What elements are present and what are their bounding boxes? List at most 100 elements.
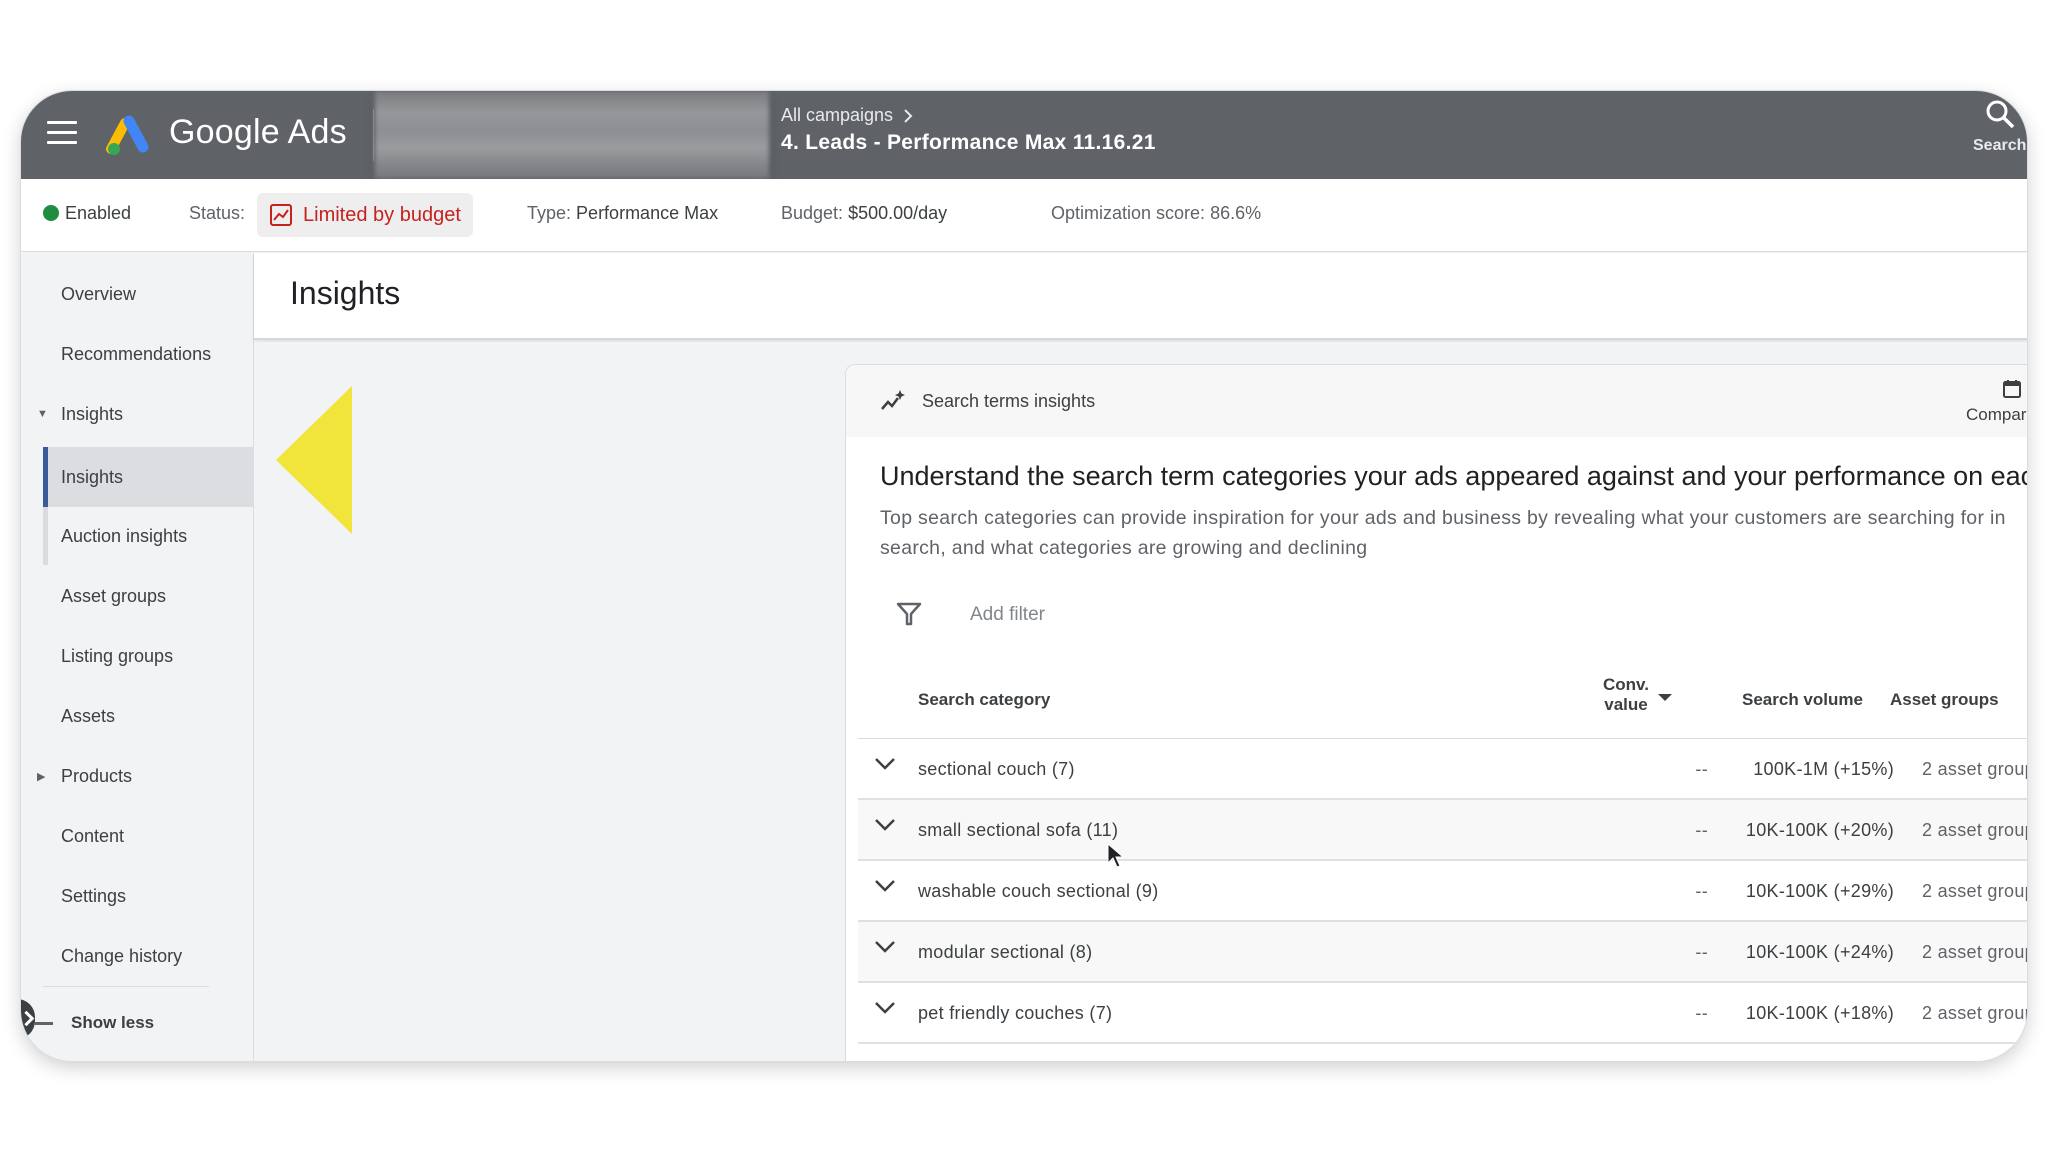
main-content: Search terms insights Compare Understand…: [254, 342, 2027, 1061]
conv-value-cell: --: [1695, 942, 1708, 962]
top-bar: Google Ads All campaigns 4. Leads - Perf…: [21, 91, 2027, 179]
sidebar-group-insights[interactable]: ▼ Insights: [21, 385, 254, 443]
sidebar-group-products[interactable]: ▶ Products: [21, 747, 254, 805]
budget-value: $500.00/day: [848, 203, 948, 223]
table-row[interactable]: washable couch sectional (9) -- 10K-100K (…: [858, 861, 2027, 922]
status-label: Status:: [189, 203, 246, 223]
sort-descending-icon[interactable]: [1658, 694, 1672, 701]
campaign-status-bar: Enabled Status: Limited by budget Type: …: [21, 179, 2027, 252]
table-row[interactable]: pet friendly couches (7) -- 10K-100K (+18%…: [858, 983, 2027, 1044]
conv-value-cell: --: [1695, 759, 1708, 779]
sidebar-item-content[interactable]: Content: [21, 807, 254, 865]
sidebar-item-label: Content: [61, 825, 125, 846]
budget-info[interactable]: Budget: $500.00/day: [781, 203, 947, 224]
table-header: Search category Conv. value Search volum…: [858, 661, 2027, 739]
search-volume-cell: 10K-100K (+20%): [1745, 820, 1894, 840]
sidebar-item-asset-groups[interactable]: Asset groups: [21, 567, 254, 625]
brand-name: Google Ads: [169, 113, 347, 151]
chevron-down-icon[interactable]: [874, 940, 896, 954]
column-header-search-category[interactable]: Search category: [918, 690, 1050, 710]
page-title: Insights: [290, 275, 401, 311]
compare-label: Compare: [1966, 405, 2027, 424]
enabled-status[interactable]: Enabled: [43, 203, 131, 224]
search-icon: [1986, 100, 2015, 129]
table-row[interactable]: small sectional sofa (11) -- 10K-100K (+20…: [858, 800, 2027, 861]
table-row[interactable]: sectional couch (7) -- 100K-1M (+15%) 2 ass…: [858, 739, 2027, 800]
budget-label: Budget:: [781, 203, 844, 223]
type-info: Type: Performance Max: [527, 203, 718, 224]
chart-warning-icon: [270, 204, 292, 226]
limited-by-budget-badge[interactable]: Limited by budget: [257, 193, 473, 237]
expand-sidebar-button[interactable]: [21, 999, 35, 1039]
google-ads-logo-icon: [106, 115, 149, 155]
search-category-cell[interactable]: sectional couch (7): [918, 759, 1075, 780]
compare-date-button[interactable]: Compare: [1966, 375, 2027, 429]
caret-down-icon: ▼: [37, 408, 48, 420]
optimization-label: Optimization score:: [1051, 203, 1206, 223]
minus-icon: [35, 1021, 53, 1025]
sidebar-item-insights[interactable]: Insights: [48, 447, 254, 507]
trending-sparkle-icon: [881, 390, 905, 410]
chevron-right-icon: [904, 108, 913, 123]
sidebar-divider: [43, 986, 209, 987]
sidebar-item-label: Auction insights: [61, 525, 188, 546]
type-label: Type:: [527, 203, 572, 223]
column-header-asset-groups[interactable]: Asset groups: [1890, 690, 1999, 710]
show-less-button[interactable]: Show less: [35, 1013, 154, 1033]
sidebar-item-listing-groups[interactable]: Listing groups: [21, 627, 254, 685]
optimization-score[interactable]: Optimization score: 86.6%: [1051, 203, 1261, 224]
table-row[interactable]: modular sectional (8) -- 10K-100K (+24%) 2 …: [858, 922, 2027, 983]
chevron-down-icon[interactable]: [874, 1001, 896, 1015]
card-header: Search terms insights Compare: [846, 365, 2027, 437]
column-header-search-volume[interactable]: Search volume: [1742, 690, 1863, 710]
enabled-dot-icon: [43, 205, 59, 221]
asset-groups-cell[interactable]: 2 asset groups: [1922, 1003, 2027, 1024]
card-description: Top search categories can provide inspir…: [880, 507, 2006, 559]
breadcrumb-all-campaigns[interactable]: All campaigns: [781, 105, 913, 126]
asset-groups-cell[interactable]: 2 asset groups: [1922, 820, 2027, 841]
chevron-down-icon[interactable]: [874, 818, 896, 832]
sidebar-item-label: Insights: [61, 466, 124, 487]
sidebar-item-label: Settings: [61, 885, 127, 906]
conv-value-cell: --: [1695, 881, 1708, 901]
sidebar-item-label: Recommendations: [61, 343, 212, 364]
menu-icon[interactable]: [47, 121, 77, 145]
search-category-cell[interactable]: pet friendly couches (7): [918, 1003, 1112, 1024]
card-title: Search terms insights: [922, 391, 1096, 411]
chevron-down-icon[interactable]: [874, 757, 896, 771]
sidebar-item-settings[interactable]: Settings: [21, 867, 254, 925]
annotation-arrow-icon: [276, 386, 352, 534]
search-category-cell[interactable]: small sectional sofa (11): [918, 820, 1118, 841]
sidebar-item-label: Assets: [61, 705, 116, 726]
conv-value-cell: --: [1695, 1003, 1708, 1023]
add-filter-button[interactable]: Add filter: [970, 604, 1045, 626]
sidebar-item-label: Change history: [61, 945, 183, 966]
sidebar-item-label: Insights: [61, 403, 124, 424]
sidebar-item-change-history[interactable]: Change history: [21, 927, 254, 985]
optimization-value: 86.6%: [1210, 203, 1262, 223]
sidebar-item-assets[interactable]: Assets: [21, 687, 254, 745]
asset-groups-cell[interactable]: 2 asset groups: [1922, 759, 2027, 780]
account-selector-blurred[interactable]: [375, 91, 769, 179]
column-header-conv-value[interactable]: Conv. value: [1596, 675, 1656, 715]
search-volume-cell: 10K-100K (+18%): [1745, 1003, 1894, 1023]
sidebar-item-auction-insights[interactable]: Auction insights: [48, 507, 254, 565]
sidebar-item-recommendations[interactable]: Recommendations: [21, 325, 254, 383]
sidebar-item-label: Products: [61, 765, 133, 786]
app-window: Google Ads All campaigns 4. Leads - Perf…: [20, 90, 2028, 1062]
sidebar: Overview Recommendations ▼ Insights Insi…: [21, 253, 254, 1061]
sidebar-item-label: Overview: [61, 283, 137, 304]
asset-groups-cell[interactable]: 2 asset groups: [1922, 942, 2027, 963]
filter-icon[interactable]: [896, 601, 922, 627]
page-title-bar: Insights: [254, 253, 2027, 340]
chevron-down-icon[interactable]: [874, 879, 896, 893]
mouse-cursor-icon: [1107, 843, 1125, 868]
campaign-title[interactable]: 4. Leads - Performance Max 11.16.21: [781, 131, 1156, 155]
search-button[interactable]: Search: [1971, 93, 2027, 173]
search-category-cell[interactable]: washable couch sectional (9): [918, 881, 1159, 902]
sidebar-item-overview[interactable]: Overview: [21, 265, 254, 323]
conv-value-cell: --: [1695, 820, 1708, 840]
search-terms-insights-card: Search terms insights Compare Understand…: [845, 364, 2027, 1061]
asset-groups-cell[interactable]: 2 asset groups: [1922, 881, 2027, 902]
search-category-cell[interactable]: modular sectional (8): [918, 942, 1092, 963]
